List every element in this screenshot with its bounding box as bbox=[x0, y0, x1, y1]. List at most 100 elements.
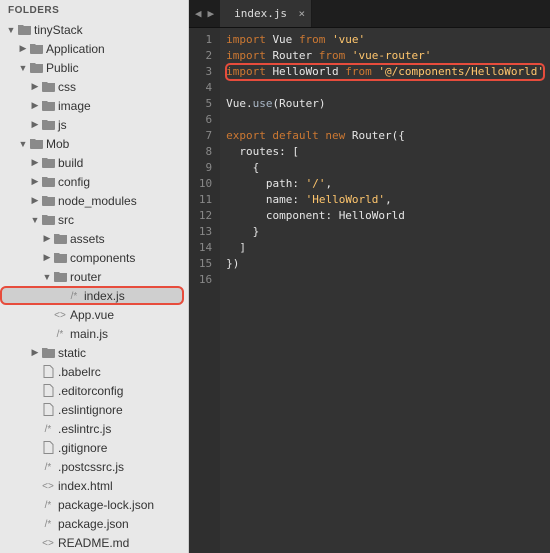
line-number: 14 bbox=[199, 240, 212, 256]
code-line-1[interactable]: import Vue from 'vue' bbox=[226, 32, 544, 48]
file-main-js[interactable]: /*main.js bbox=[0, 324, 188, 343]
file-gitignore[interactable]: .gitignore bbox=[0, 438, 188, 457]
chevron-right-icon[interactable]: ▶ bbox=[30, 347, 40, 358]
chevron-right-icon[interactable]: ▶ bbox=[30, 195, 40, 206]
folder-image[interactable]: ▶image bbox=[0, 96, 188, 115]
code-line-16[interactable] bbox=[226, 272, 544, 288]
file-package-json[interactable]: /*package.json bbox=[0, 514, 188, 533]
folder-application[interactable]: ▶Application bbox=[0, 39, 188, 58]
tree-item-label: build bbox=[58, 156, 83, 170]
file-js-icon: /* bbox=[40, 423, 56, 435]
chevron-down-icon[interactable]: ▼ bbox=[18, 139, 28, 149]
code-line-5[interactable]: Vue.use(Router) bbox=[226, 96, 544, 112]
chevron-right-icon[interactable]: ▶ bbox=[42, 252, 52, 263]
code-line-14[interactable]: ] bbox=[226, 240, 544, 256]
file-postcssrc[interactable]: /*.postcssrc.js bbox=[0, 457, 188, 476]
token: { bbox=[226, 161, 259, 174]
tree-item-label: .postcssrc.js bbox=[58, 460, 124, 474]
folder-icon bbox=[40, 100, 56, 112]
file-babelrc[interactable]: .babelrc bbox=[0, 362, 188, 381]
folder-js[interactable]: ▶js bbox=[0, 115, 188, 134]
folder-tree: ▼tinyStack▶Application▼Public▶css▶image▶… bbox=[0, 20, 188, 553]
line-number: 2 bbox=[199, 48, 212, 64]
folder-components[interactable]: ▶ components bbox=[0, 248, 188, 267]
file-index-html[interactable]: <>index.html bbox=[0, 476, 188, 495]
token bbox=[226, 209, 266, 222]
file-app-vue[interactable]: <>App.vue bbox=[0, 305, 188, 324]
token: new bbox=[325, 129, 352, 142]
code-line-12[interactable]: component: HelloWorld bbox=[226, 208, 544, 224]
folder-assets[interactable]: ▶ assets bbox=[0, 229, 188, 248]
folder-open-icon bbox=[16, 24, 32, 36]
chevron-down-icon[interactable]: ▼ bbox=[18, 63, 28, 73]
token: } bbox=[226, 225, 259, 238]
tab-prev-icon[interactable]: ◀ bbox=[195, 7, 202, 20]
tab-index-js[interactable]: index.js × bbox=[220, 0, 312, 27]
folder-icon bbox=[40, 176, 56, 188]
token: name bbox=[266, 193, 293, 206]
folder-build[interactable]: ▶ build bbox=[0, 153, 188, 172]
token bbox=[226, 177, 266, 190]
token: from bbox=[319, 49, 352, 62]
file-eslintrc[interactable]: /*.eslintrc.js bbox=[0, 419, 188, 438]
folder-open-icon bbox=[52, 271, 68, 283]
chevron-down-icon[interactable]: ▼ bbox=[6, 25, 16, 35]
code-line-11[interactable]: name: 'HelloWorld', bbox=[226, 192, 544, 208]
folder-node-modules[interactable]: ▶node_modules bbox=[0, 191, 188, 210]
line-number: 11 bbox=[199, 192, 212, 208]
file-package-lock[interactable]: /*package-lock.json bbox=[0, 495, 188, 514]
tree-item-label: components bbox=[70, 251, 135, 265]
folder-public[interactable]: ▼Public bbox=[0, 58, 188, 77]
folder-src[interactable]: ▼src bbox=[0, 210, 188, 229]
chevron-right-icon[interactable]: ▶ bbox=[42, 233, 52, 244]
line-number: 9 bbox=[199, 160, 212, 176]
code-line-8[interactable]: routes: [ bbox=[226, 144, 544, 160]
folder-css[interactable]: ▶css bbox=[0, 77, 188, 96]
file-index-js[interactable]: /*index.js bbox=[0, 286, 184, 305]
file-eslintignore[interactable]: .eslintignore bbox=[0, 400, 188, 419]
code-line-2[interactable]: import Router from 'vue-router' bbox=[226, 48, 544, 64]
folder-icon bbox=[40, 119, 56, 131]
chevron-right-icon[interactable]: ▶ bbox=[30, 81, 40, 92]
tree-item-label: static bbox=[58, 346, 86, 360]
code-line-15[interactable]: }) bbox=[226, 256, 544, 272]
sidebar-header: FOLDERS bbox=[0, 0, 188, 20]
tree-item-label: config bbox=[58, 175, 90, 189]
chevron-right-icon[interactable]: ▶ bbox=[30, 157, 40, 168]
chevron-right-icon[interactable]: ▶ bbox=[30, 176, 40, 187]
tab-next-icon[interactable]: ▶ bbox=[207, 7, 214, 20]
folder-router[interactable]: ▼router bbox=[0, 267, 188, 286]
token: : bbox=[292, 193, 305, 206]
code-line-4[interactable] bbox=[226, 80, 544, 96]
tree-item-label: .gitignore bbox=[58, 441, 107, 455]
line-number: 13 bbox=[199, 224, 212, 240]
code-line-10[interactable]: path: '/', bbox=[226, 176, 544, 192]
folder-open-icon bbox=[40, 214, 56, 226]
chevron-down-icon[interactable]: ▼ bbox=[42, 272, 52, 282]
folder-config[interactable]: ▶ config bbox=[0, 172, 188, 191]
code-line-3[interactable]: import HelloWorld from '@/components/Hel… bbox=[226, 64, 544, 80]
chevron-down-icon[interactable]: ▼ bbox=[30, 215, 40, 225]
file-icon bbox=[40, 384, 56, 397]
code-pane[interactable]: 12345678910111213141516 import Vue from … bbox=[189, 28, 550, 553]
code-content[interactable]: import Vue from 'vue'import Router from … bbox=[220, 28, 550, 553]
file-editorconfig[interactable]: .editorconfig bbox=[0, 381, 188, 400]
token: import bbox=[226, 65, 272, 78]
folder-static[interactable]: ▶ static bbox=[0, 343, 188, 362]
chevron-right-icon[interactable]: ▶ bbox=[30, 119, 40, 130]
code-line-9[interactable]: { bbox=[226, 160, 544, 176]
code-line-7[interactable]: export default new Router({ bbox=[226, 128, 544, 144]
file-readme-mob[interactable]: <>README.md bbox=[0, 533, 188, 552]
tree-item-label: assets bbox=[70, 232, 105, 246]
chevron-right-icon[interactable]: ▶ bbox=[30, 100, 40, 111]
code-line-13[interactable]: } bbox=[226, 224, 544, 240]
close-icon[interactable]: × bbox=[298, 7, 305, 20]
folder-tinystack[interactable]: ▼tinyStack bbox=[0, 20, 188, 39]
code-line-6[interactable] bbox=[226, 112, 544, 128]
folder-mob[interactable]: ▼Mob bbox=[0, 134, 188, 153]
sidebar: FOLDERS ▼tinyStack▶Application▼Public▶cs… bbox=[0, 0, 189, 553]
chevron-right-icon[interactable]: ▶ bbox=[18, 43, 28, 54]
token: export default bbox=[226, 129, 325, 142]
tree-item-label: App.vue bbox=[70, 308, 114, 322]
token: Router bbox=[279, 97, 319, 110]
